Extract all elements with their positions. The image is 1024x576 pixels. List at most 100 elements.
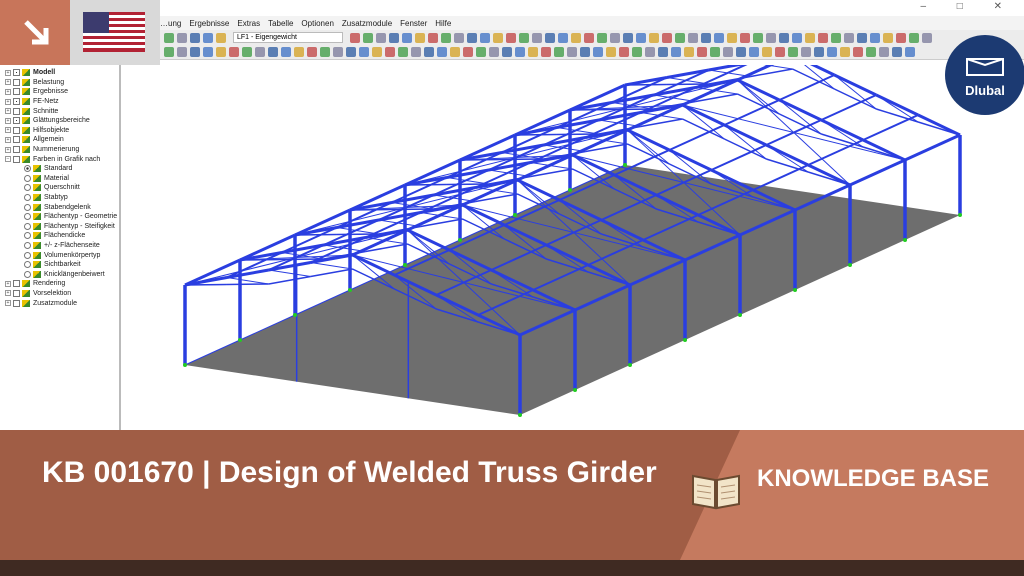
radio-button[interactable] [24,203,31,211]
toolbar-button-icon[interactable] [762,47,772,57]
menu-item[interactable]: Ergebnisse [189,19,229,28]
toolbar-button-icon[interactable] [467,32,477,43]
checkbox[interactable] [13,136,20,144]
toolbar-button-icon[interactable] [727,32,737,43]
toolbar-button-icon[interactable] [905,47,915,57]
toolbar-button-icon[interactable] [792,32,802,43]
checkbox[interactable] [13,155,20,163]
menu-item[interactable]: Optionen [301,19,333,28]
toolbar-button-icon[interactable] [203,32,213,43]
checkbox[interactable] [13,146,20,154]
toolbar-button-icon[interactable] [788,47,798,57]
toolbar-button-icon[interactable] [493,32,503,43]
toolbar-button-icon[interactable] [506,32,516,43]
tree-item[interactable]: Flächentyp - Geometrie [0,212,119,222]
toolbar-button-icon[interactable] [753,32,763,43]
tree-item[interactable]: Querschnitt [0,183,119,193]
tree-item[interactable]: − Farben in Grafik nach [0,154,119,164]
checkbox[interactable] [13,107,20,115]
toolbar-button-icon[interactable] [502,47,512,57]
toolbar-button-icon[interactable] [779,32,789,43]
expand-toggle[interactable]: + [5,127,11,134]
toolbar-button-icon[interactable] [597,32,607,43]
menu-item[interactable]: Fenster [400,19,427,28]
toolbar-button-icon[interactable] [242,47,252,57]
loadcase-select[interactable]: LF1 - Eigengewicht [233,32,343,43]
radio-button[interactable] [24,261,31,269]
radio-button[interactable] [24,174,31,182]
tree-item[interactable]: Sichtbarkeit [0,260,119,270]
toolbar-button-icon[interactable] [610,32,620,43]
toolbar-button-icon[interactable] [831,32,841,43]
expand-toggle[interactable]: + [5,98,11,105]
toolbar-button-icon[interactable] [476,47,486,57]
tree-item[interactable]: + Glättungsbereiche [0,116,119,126]
tree-item[interactable]: Material [0,174,119,184]
tree-item[interactable]: Flächendicke [0,231,119,241]
toolbar-button-icon[interactable] [853,47,863,57]
checkbox[interactable] [13,299,20,307]
toolbar-button-icon[interactable] [658,47,668,57]
expand-toggle[interactable]: + [5,300,11,307]
toolbar-button-icon[interactable] [675,32,685,43]
toolbar-button-icon[interactable] [866,47,876,57]
toolbar-button-icon[interactable] [879,47,889,57]
toolbar-button-icon[interactable] [519,32,529,43]
toolbar-button-icon[interactable] [870,32,880,43]
expand-toggle[interactable]: + [5,69,11,76]
checkbox[interactable] [13,117,20,125]
radio-button[interactable] [24,270,31,278]
tree-item[interactable]: Stabtyp [0,193,119,203]
toolbar-button-icon[interactable] [359,47,369,57]
toolbar-button-icon[interactable] [268,47,278,57]
toolbar-button-icon[interactable] [749,47,759,57]
toolbar-button-icon[interactable] [363,32,373,43]
toolbar-button-icon[interactable] [528,47,538,57]
toolbar-button-icon[interactable] [619,47,629,57]
tree-item[interactable]: + Vorselektion [0,289,119,299]
checkbox[interactable] [13,98,20,106]
tree-item[interactable]: + Schnitte [0,106,119,116]
toolbar-button-icon[interactable] [190,47,200,57]
toolbar-button-icon[interactable] [857,32,867,43]
toolbar-button-icon[interactable] [623,32,633,43]
menu-item[interactable]: Extras [237,19,260,28]
toolbar-button-icon[interactable] [710,47,720,57]
radio-button[interactable] [24,251,31,259]
toolbar-button-icon[interactable] [424,47,434,57]
expand-toggle[interactable]: + [5,290,11,297]
toolbar-button-icon[interactable] [320,47,330,57]
toolbar-button-icon[interactable] [840,47,850,57]
toolbar-button-icon[interactable] [463,47,473,57]
expand-toggle[interactable]: + [5,146,11,153]
toolbar-button-icon[interactable] [740,32,750,43]
checkbox[interactable] [13,78,20,86]
tree-item[interactable]: + Hilfsobjekte [0,126,119,136]
toolbar-button-icon[interactable] [883,32,893,43]
toolbar-button-icon[interactable] [584,32,594,43]
toolbar-button-icon[interactable] [281,47,291,57]
checkbox[interactable] [13,289,20,297]
toolbar-button-icon[interactable] [671,47,681,57]
tree-item[interactable]: Knicklängenbeiwert [0,269,119,279]
toolbar-button-icon[interactable] [805,32,815,43]
toolbar-button-icon[interactable] [177,47,187,57]
toolbar-button-icon[interactable] [294,47,304,57]
expand-toggle[interactable]: − [5,156,11,163]
tree-item[interactable]: + Rendering [0,279,119,289]
expand-toggle[interactable]: + [5,136,11,143]
toolbar-button-icon[interactable] [415,32,425,43]
toolbar-button-icon[interactable] [333,47,343,57]
menu-item[interactable]: Zusatzmodule [342,19,392,28]
tree-item[interactable]: + Nummerierung [0,145,119,155]
toolbar-button-icon[interactable] [450,47,460,57]
expand-toggle[interactable]: + [5,88,11,95]
menu-item[interactable]: Hilfe [435,19,451,28]
checkbox[interactable] [13,126,20,134]
menu-item[interactable]: …ung [160,19,181,28]
expand-toggle[interactable]: + [5,280,11,287]
radio-button[interactable] [24,165,31,173]
tree-item[interactable]: Volumenkörpertyp [0,250,119,260]
radio-button[interactable] [24,241,31,249]
toolbar-button-icon[interactable] [697,47,707,57]
